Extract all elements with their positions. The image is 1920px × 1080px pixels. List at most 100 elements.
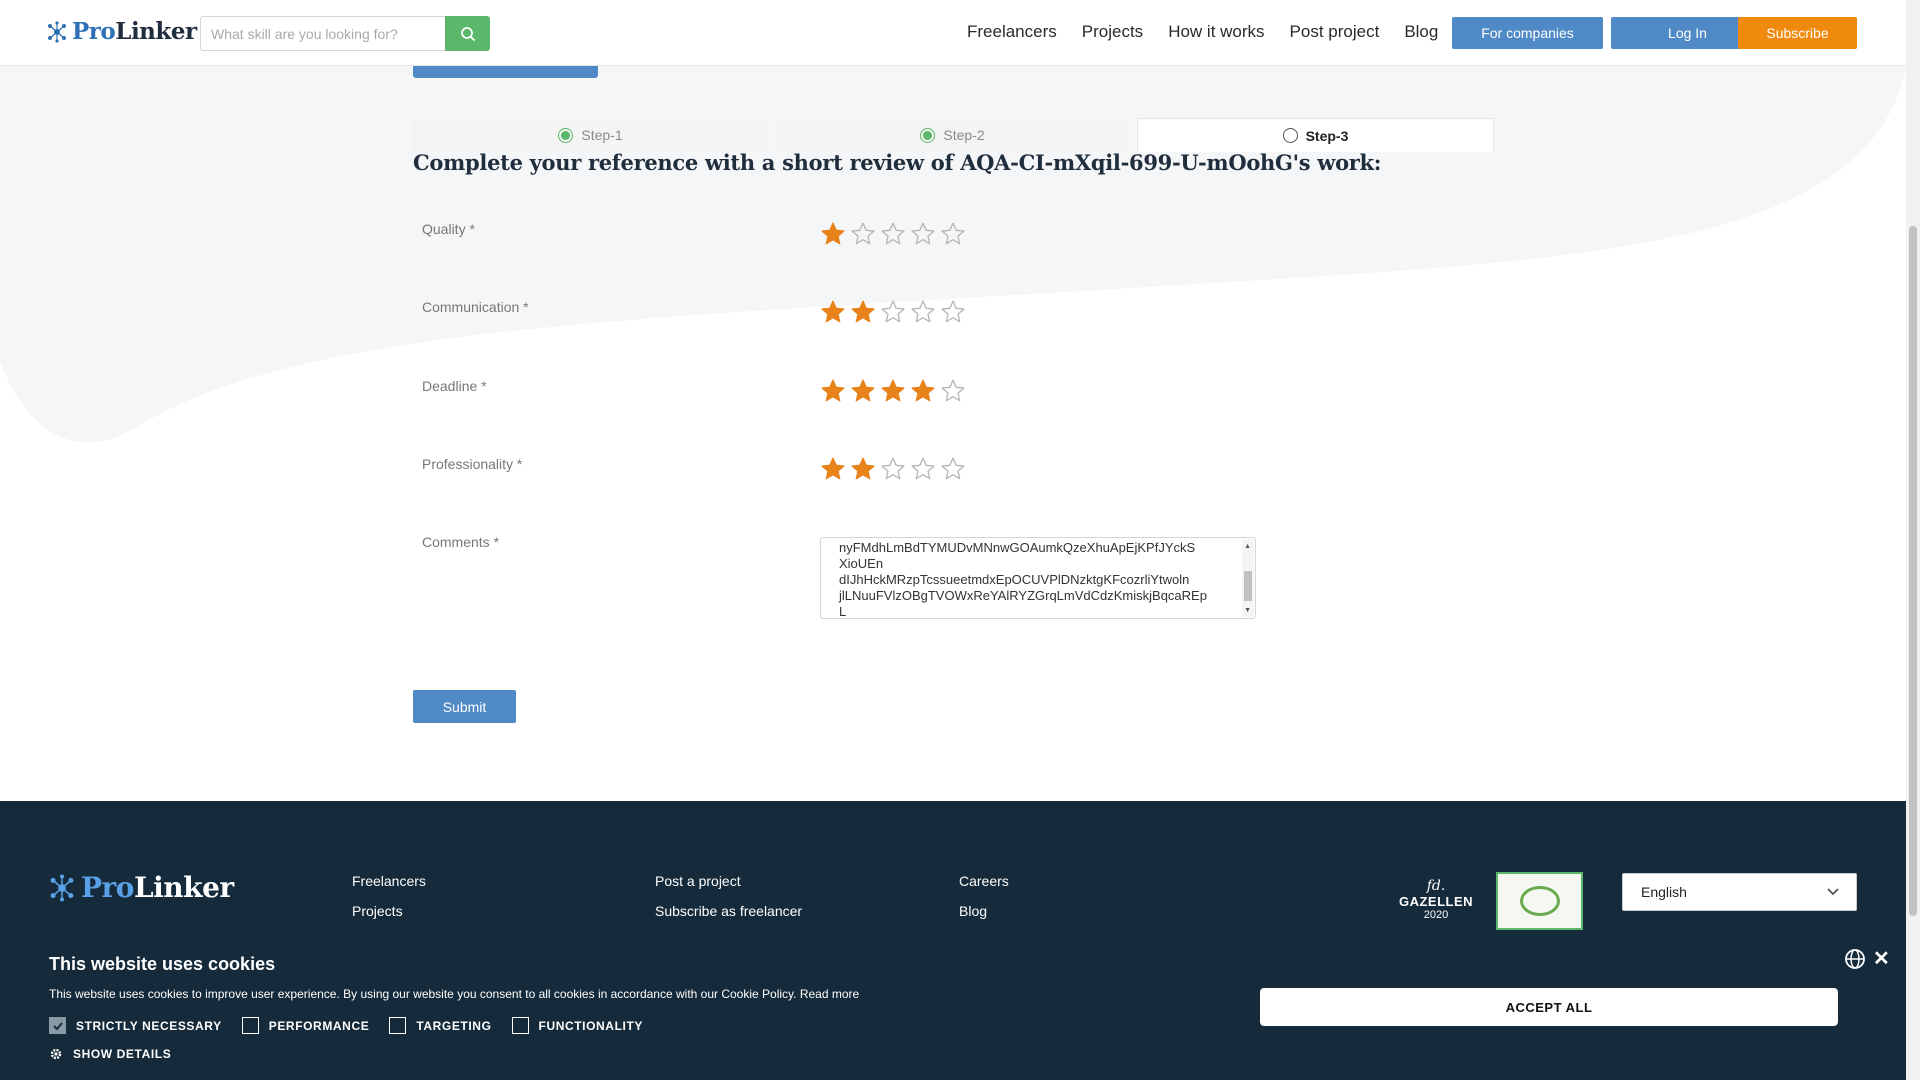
star-filled-icon[interactable] xyxy=(818,220,848,248)
footer-link-blog[interactable]: Blog xyxy=(959,903,987,919)
logo-molecule-icon xyxy=(50,874,74,901)
main-nav: Freelancers Projects How it works Post p… xyxy=(967,22,1463,42)
search-input[interactable] xyxy=(200,16,445,51)
star-empty-icon[interactable] xyxy=(908,298,938,326)
language-select[interactable]: English xyxy=(1622,873,1857,911)
footer-logo[interactable]: ProLinker xyxy=(48,871,234,904)
star-empty-icon[interactable] xyxy=(878,455,908,483)
fd-gazellen-badge: fd. GAZELLEN 2020 xyxy=(1396,878,1476,925)
subscribe-button[interactable]: Subscribe xyxy=(1738,17,1857,49)
star-filled-icon[interactable] xyxy=(818,298,848,326)
comments-label: Comments * xyxy=(422,534,500,550)
checkbox[interactable] xyxy=(389,1017,407,1034)
award-badge xyxy=(1496,872,1583,930)
comments-scrollbar[interactable]: ▲ ▼ xyxy=(1242,539,1254,617)
cookie-title: This website uses cookies xyxy=(49,954,276,974)
professionality-label: Professionality * xyxy=(422,456,523,472)
communication-rating[interactable] xyxy=(818,298,968,326)
option-label: PERFORMANCE xyxy=(268,1018,370,1033)
checkbox-checked[interactable] xyxy=(49,1017,66,1034)
star-filled-icon[interactable] xyxy=(818,455,848,483)
step-current-icon xyxy=(1282,128,1298,143)
step-tabs: Step-1 Step-2 Step-3 xyxy=(413,118,1501,152)
star-empty-icon[interactable] xyxy=(908,220,938,248)
for-companies-button[interactable]: For companies xyxy=(1452,17,1603,49)
accept-all-button[interactable]: ACCEPT ALL xyxy=(1260,988,1838,1026)
cookie-option-targeting[interactable]: TARGETING xyxy=(389,1017,491,1034)
award-laurel-icon xyxy=(1520,886,1560,916)
badge-fd-text: fd. xyxy=(1426,878,1446,894)
star-empty-icon[interactable] xyxy=(878,298,908,326)
checkbox[interactable] xyxy=(241,1017,259,1034)
cookie-option-strictly-necessary[interactable]: STRICTLY NECESSARY xyxy=(49,1017,222,1034)
scroll-up-icon[interactable]: ▲ xyxy=(1244,543,1251,550)
nav-blog[interactable]: Blog xyxy=(1404,22,1438,42)
badge-year: 2020 xyxy=(1423,909,1449,921)
star-empty-icon[interactable] xyxy=(938,455,968,483)
search-button[interactable] xyxy=(445,16,490,51)
star-filled-icon[interactable] xyxy=(908,377,938,405)
step-complete-icon xyxy=(920,127,936,143)
footer-link-careers[interactable]: Careers xyxy=(959,873,1009,889)
tab-step-3[interactable]: Step-3 xyxy=(1137,118,1494,152)
nav-how-it-works[interactable]: How it works xyxy=(1168,22,1264,42)
globe-icon[interactable] xyxy=(1844,948,1866,970)
footer-link-freelancers[interactable]: Freelancers xyxy=(352,873,426,889)
scrollbar-thumb[interactable] xyxy=(1909,226,1917,916)
comments-value[interactable]: nyFMdhLmBdTYMUDvMNnwGOAumkQzeXhuApEjKPfJ… xyxy=(839,540,1237,618)
footer-logo-text: ProLinker xyxy=(81,871,234,904)
star-empty-icon[interactable] xyxy=(878,220,908,248)
deadline-label: Deadline * xyxy=(422,378,487,394)
option-label: FUNCTIONALITY xyxy=(538,1018,643,1033)
footer-link-projects[interactable]: Projects xyxy=(352,903,403,919)
star-empty-icon[interactable] xyxy=(848,220,878,248)
site-header: ProLinker Freelancers Projects How it wo… xyxy=(0,0,1906,66)
star-empty-icon[interactable] xyxy=(908,455,938,483)
search-icon xyxy=(460,26,475,41)
star-filled-icon[interactable] xyxy=(848,377,878,405)
submit-button[interactable]: Submit xyxy=(413,690,516,723)
show-details-button[interactable]: SHOW DETAILS xyxy=(49,1047,171,1061)
page-scrollbar[interactable] xyxy=(1906,0,1920,1080)
chevron-down-icon xyxy=(1827,888,1839,896)
star-filled-icon[interactable] xyxy=(818,377,848,405)
quality-rating[interactable] xyxy=(818,220,968,248)
close-icon[interactable]: ✕ xyxy=(1873,946,1890,971)
check-icon xyxy=(52,1021,63,1030)
scroll-down-icon[interactable]: ▼ xyxy=(1244,607,1251,614)
cookie-text: This website uses cookies to improve use… xyxy=(49,987,860,1001)
logo-molecule-icon xyxy=(48,20,66,43)
language-value: English xyxy=(1641,884,1687,900)
star-empty-icon[interactable] xyxy=(938,377,968,405)
cookie-option-functionality[interactable]: FUNCTIONALITY xyxy=(511,1017,643,1034)
nav-post-project[interactable]: Post project xyxy=(1290,22,1380,42)
star-empty-icon[interactable] xyxy=(938,220,968,248)
star-filled-icon[interactable] xyxy=(848,455,878,483)
quality-label: Quality * xyxy=(422,221,475,237)
show-details-label: SHOW DETAILS xyxy=(73,1047,172,1061)
comments-textarea[interactable]: nyFMdhLmBdTYMUDvMNnwGOAumkQzeXhuApEjKPfJ… xyxy=(820,537,1256,619)
option-label: TARGETING xyxy=(416,1018,492,1033)
cookie-option-performance[interactable]: PERFORMANCE xyxy=(241,1017,370,1034)
tab-step-1[interactable]: Step-1 xyxy=(413,118,768,152)
header-logo[interactable]: ProLinker xyxy=(46,18,197,45)
step-label: Step-1 xyxy=(581,127,623,143)
star-empty-icon[interactable] xyxy=(938,298,968,326)
step-complete-icon xyxy=(558,127,574,143)
professionality-rating[interactable] xyxy=(818,455,968,483)
star-filled-icon[interactable] xyxy=(878,377,908,405)
gear-icon xyxy=(50,1048,62,1060)
tab-step-2[interactable]: Step-2 xyxy=(775,118,1130,152)
page-title: Complete your reference with a short rev… xyxy=(413,150,1382,175)
footer-link-subscribe-freelancer[interactable]: Subscribe as freelancer xyxy=(655,903,802,919)
footer-link-post-project[interactable]: Post a project xyxy=(655,873,741,889)
checkbox[interactable] xyxy=(511,1017,529,1034)
cookie-options: STRICTLY NECESSARY PERFORMANCE TARGETING… xyxy=(49,1017,663,1034)
star-filled-icon[interactable] xyxy=(848,298,878,326)
comments-scroll-thumb[interactable] xyxy=(1244,571,1252,601)
deadline-rating[interactable] xyxy=(818,377,968,405)
badge-name: GAZELLEN xyxy=(1398,894,1474,909)
nav-freelancers[interactable]: Freelancers xyxy=(967,22,1057,42)
cookie-banner: This website uses cookies This website u… xyxy=(0,940,1906,1080)
nav-projects[interactable]: Projects xyxy=(1082,22,1143,42)
